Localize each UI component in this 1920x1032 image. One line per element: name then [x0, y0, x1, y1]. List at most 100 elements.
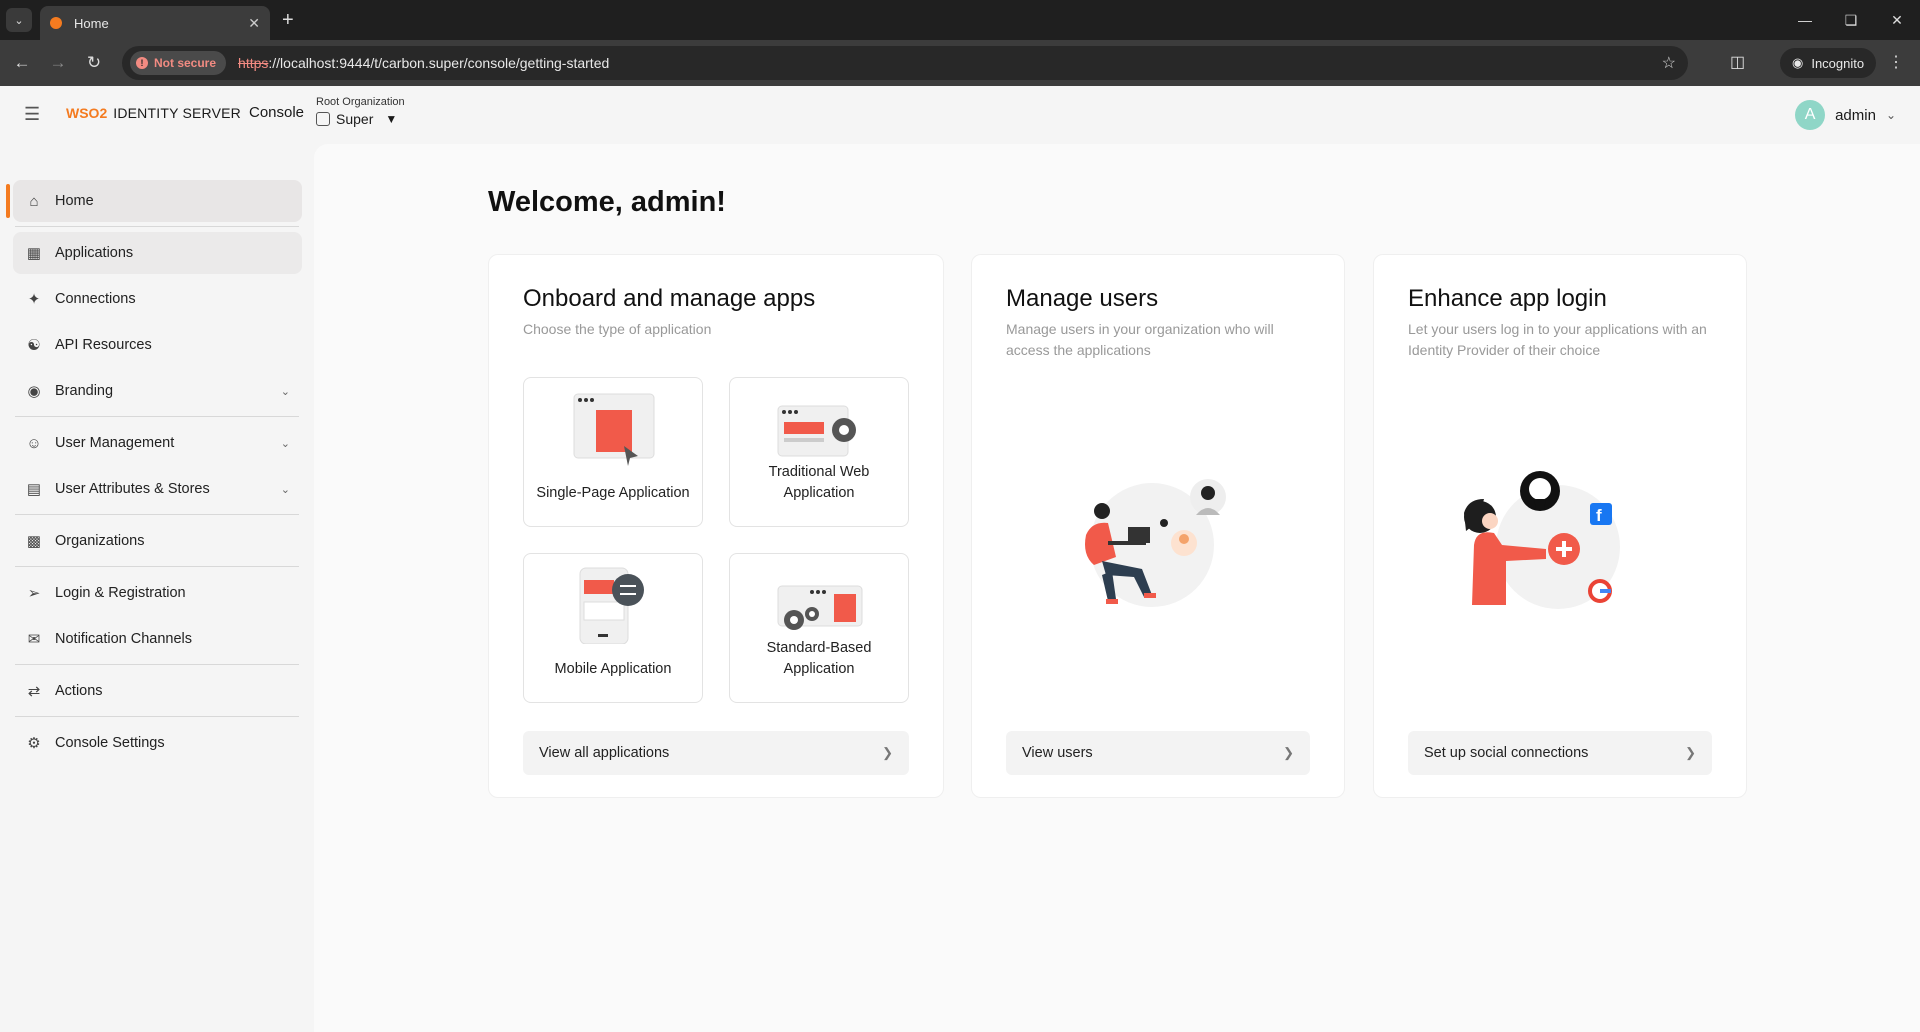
sidebar-item-label: Notification Channels — [55, 631, 193, 647]
org-select[interactable]: Super ▼ — [316, 111, 405, 127]
sidebar-item-actions[interactable]: ⇄ Actions — [13, 670, 302, 712]
branding-icon: ◉ — [27, 383, 41, 400]
chevron-right-icon: ❯ — [1685, 745, 1696, 760]
card-subtitle: Choose the type of application — [523, 321, 712, 337]
svg-text:f: f — [1596, 506, 1602, 525]
main-content: Welcome, admin! Onboard and manage apps … — [314, 144, 1920, 1032]
restore-icon[interactable]: ❏ — [1828, 0, 1874, 40]
url-text: https://localhost:9444/t/carbon.super/co… — [238, 55, 609, 71]
standard-based-application-tile[interactable]: Standard-Based Application — [729, 553, 909, 703]
browser-tab[interactable]: Home ✕ — [40, 6, 270, 40]
org-name: Super — [336, 111, 374, 127]
avatar: A — [1795, 100, 1826, 130]
sidebar: ⌂ Home ▦ Applications ✦ Connections ☯ AP… — [0, 144, 314, 1032]
organizations-icon: ▩ — [26, 533, 42, 550]
sidebar-divider — [15, 664, 299, 665]
chevron-down-icon: ⌄ — [280, 483, 290, 496]
sidebar-divider — [15, 716, 299, 717]
minimize-icon[interactable]: — — [1782, 0, 1828, 40]
reload-icon[interactable]: ↻ — [82, 51, 106, 75]
chevron-down-icon: ⌄ — [1885, 108, 1896, 122]
spa-illustration-icon — [573, 393, 655, 466]
security-label: Not secure — [154, 56, 217, 70]
mobile-app-illustration-icon — [579, 567, 644, 644]
card-title: Manage users — [1006, 285, 1159, 312]
url-path: ://localhost:9444/t/carbon.super/console… — [268, 55, 610, 71]
mobile-application-tile[interactable]: Mobile Application — [523, 553, 703, 703]
actions-icon: ⇄ — [27, 683, 41, 700]
new-tab-icon[interactable]: + — [282, 8, 294, 32]
hamburger-menu-icon[interactable]: ☰ — [24, 104, 44, 124]
sidebar-item-branding[interactable]: ◉ Branding ⌄ — [13, 370, 302, 412]
incognito-icon: ◉ — [1792, 55, 1804, 70]
product-logo[interactable]: WSO2 IDENTITY SERVER Console — [66, 104, 304, 121]
address-bar: ← → ↻ ! Not secure https://localhost:944… — [0, 40, 1920, 86]
sidebar-divider — [15, 566, 299, 567]
page-title: Welcome, admin! — [488, 186, 726, 218]
user-name: admin — [1835, 106, 1876, 124]
favicon-icon — [50, 17, 62, 29]
user-management-icon: ☺ — [26, 434, 42, 452]
applications-icon: ▦ — [26, 245, 42, 262]
users-card: Manage users Manage users in your organi… — [971, 254, 1345, 798]
chevron-right-icon: ❯ — [882, 745, 893, 760]
organization-switcher[interactable]: Root Organization Super ▼ — [316, 96, 405, 127]
url-scheme: https — [238, 55, 269, 71]
tile-label: Mobile Application — [554, 661, 672, 677]
view-all-applications-button[interactable]: View all applications ❯ — [523, 731, 909, 775]
api-resources-icon: ☯ — [27, 337, 41, 354]
sidebar-item-label: User Management — [55, 435, 175, 451]
console-label: Console — [248, 104, 305, 121]
sidebar-item-label: Console Settings — [55, 735, 165, 751]
close-tab-icon[interactable]: ✕ — [248, 15, 260, 32]
forward-icon[interactable]: → — [46, 51, 70, 75]
sidebar-item-api-resources[interactable]: ☯ API Resources — [13, 324, 302, 366]
sidebar-item-home[interactable]: ⌂ Home — [13, 180, 302, 222]
tab-search-icon[interactable]: ⌄ — [6, 8, 32, 32]
sidebar-item-connections[interactable]: ✦ Connections — [13, 278, 302, 320]
sidebar-item-console-settings[interactable]: ⚙ Console Settings — [13, 722, 302, 764]
sidebar-item-notification-channels[interactable]: ✉ Notification Channels — [13, 618, 302, 660]
sidebar-item-user-attributes[interactable]: ▤ User Attributes & Stores ⌄ — [13, 468, 302, 510]
traditional-web-application-tile[interactable]: Traditional Web Application — [729, 377, 909, 527]
sidebar-item-login-registration[interactable]: ➢ Login & Registration — [13, 572, 302, 614]
sidebar-item-label: API Resources — [55, 337, 152, 353]
apps-card: Onboard and manage apps Choose the type … — [488, 254, 944, 798]
view-users-button[interactable]: View users ❯ — [1006, 731, 1310, 775]
active-indicator — [6, 184, 10, 218]
extensions-icon[interactable]: ◫ — [1730, 52, 1745, 72]
sidebar-divider — [15, 514, 299, 515]
tile-label: Single-Page Application — [536, 485, 690, 501]
browser-tab-strip: ⌄ Home ✕ + — ❏ ✕ — [0, 0, 1920, 40]
browser-menu-icon[interactable]: ⋮ — [1888, 52, 1904, 72]
security-chip[interactable]: ! Not secure — [130, 51, 227, 75]
app-header: ☰ WSO2 IDENTITY SERVER Console Root Orga… — [0, 86, 1920, 144]
action-label: Set up social connections — [1424, 745, 1589, 761]
single-page-application-tile[interactable]: Single-Page Application — [523, 377, 703, 527]
user-attributes-icon: ▤ — [26, 481, 42, 498]
tab-title: Home — [74, 15, 109, 31]
back-icon[interactable]: ← — [10, 51, 34, 75]
manage-users-illustration-icon — [1085, 479, 1226, 607]
close-window-icon[interactable]: ✕ — [1874, 0, 1920, 40]
action-label: View users — [1022, 745, 1093, 761]
set-up-social-connections-button[interactable]: Set up social connections ❯ — [1408, 731, 1712, 775]
console-settings-icon: ⚙ — [27, 735, 41, 752]
sidebar-item-label: Organizations — [55, 533, 145, 549]
bookmark-star-icon[interactable]: ☆ — [1662, 53, 1676, 73]
sidebar-divider — [15, 226, 299, 227]
url-field[interactable]: ! Not secure https://localhost:9444/t/ca… — [122, 46, 1688, 80]
login-registration-icon: ➢ — [27, 585, 41, 602]
sidebar-item-user-management[interactable]: ☺ User Management ⌄ — [13, 422, 302, 464]
incognito-badge[interactable]: ◉ Incognito — [1780, 48, 1877, 78]
sidebar-item-label: Home — [55, 193, 94, 209]
sidebar-item-organizations[interactable]: ▩ Organizations — [13, 520, 302, 562]
chevron-down-icon: ⌄ — [280, 437, 290, 450]
window-controls: — ❏ ✕ — [1782, 0, 1920, 40]
organization-icon — [316, 112, 330, 126]
user-menu[interactable]: A admin ⌄ — [1795, 100, 1896, 130]
tile-label: Standard-Based Application — [766, 640, 872, 677]
sidebar-item-applications[interactable]: ▦ Applications — [13, 232, 302, 274]
chevron-down-icon[interactable]: ▼ — [385, 112, 397, 126]
org-caption: Root Organization — [316, 96, 405, 108]
